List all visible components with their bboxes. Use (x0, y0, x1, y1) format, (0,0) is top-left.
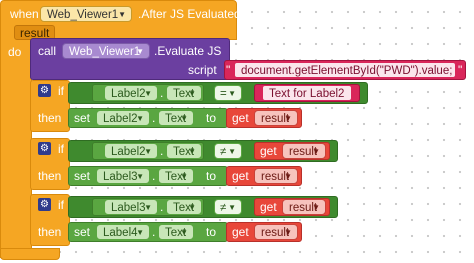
chevron-down-icon: ▼ (136, 172, 144, 181)
set-component-dropdown-3[interactable]: Label4 ▼ (96, 224, 150, 240)
event-block-spine (0, 38, 32, 258)
get-var-dropdown-3[interactable]: result ▼ (254, 224, 298, 240)
cond-component-dropdown-1[interactable]: Label2 ▼ (104, 85, 158, 101)
chevron-down-icon: ▼ (136, 47, 144, 56)
chevron-down-icon: ▼ (188, 147, 196, 156)
chevron-down-icon: ▼ (312, 147, 320, 156)
dot-separator-3: . (160, 200, 164, 214)
event-when-label: when (10, 7, 39, 21)
get-var-dropdown-1[interactable]: result ▼ (254, 110, 298, 126)
get-var-dropdown-2[interactable]: result ▼ (254, 168, 298, 184)
get-label-2: get (232, 169, 249, 183)
operator-dropdown-1[interactable]: = ▼ (214, 85, 242, 101)
cond-prop-dropdown-1[interactable]: Text ▼ (166, 85, 202, 101)
if-label-2: if (58, 142, 64, 156)
chevron-down-icon: ▼ (312, 203, 320, 212)
set-label-1: set (74, 111, 91, 125)
set-label-3: set (74, 225, 91, 239)
dot-separator-set-3: . (152, 225, 156, 239)
cond-component-dropdown-3[interactable]: Label3 ▼ (104, 199, 158, 215)
chevron-down-icon: ▼ (188, 89, 196, 98)
call-component-dropdown[interactable]: Web_Viewer1 ▼ (62, 43, 150, 59)
chevron-down-icon: ▼ (118, 10, 126, 19)
chevron-down-icon: ▼ (284, 172, 292, 181)
chevron-down-icon: ▼ (284, 114, 292, 123)
operator-dropdown-3[interactable]: ≠ ▼ (214, 199, 242, 215)
cond-prop-dropdown-2[interactable]: Text ▼ (166, 143, 202, 159)
then-label-2: then (38, 169, 62, 183)
then-label-3: then (38, 225, 62, 239)
script-quote-close: " (458, 63, 463, 77)
dot-separator-1: . (160, 86, 164, 100)
then-label-1: then (38, 111, 62, 125)
chevron-down-icon: ▼ (180, 114, 188, 123)
event-component-dropdown[interactable]: Web_Viewer1 ▼ (40, 6, 132, 22)
gear-icon[interactable]: ⚙ (38, 142, 51, 155)
chevron-down-icon: ▼ (180, 172, 188, 181)
operator-dropdown-2[interactable]: ≠ ▼ (214, 143, 242, 159)
chevron-down-icon: ▼ (144, 89, 152, 98)
script-quote-open: " (226, 63, 231, 77)
dot-separator-2: . (160, 144, 164, 158)
cond-string-value-1[interactable]: Text for Label2 (262, 85, 352, 101)
if-label-1: if (58, 84, 64, 98)
call-script-arg-label: script (188, 63, 217, 77)
chevron-down-icon: ▼ (136, 228, 144, 237)
dot-separator-set-2: . (152, 169, 156, 183)
chevron-down-icon: ▼ (228, 89, 236, 98)
chevron-down-icon: ▼ (180, 228, 188, 237)
event-name-label: .After JS Evaluated (138, 7, 241, 21)
cond-prop-dropdown-3[interactable]: Text ▼ (166, 199, 202, 215)
chevron-down-icon: ▼ (144, 203, 152, 212)
set-prop-dropdown-2[interactable]: Text ▼ (158, 168, 194, 184)
cond-get-var-dropdown-2[interactable]: result ▼ (282, 143, 326, 159)
set-prop-dropdown-3[interactable]: Text ▼ (158, 224, 194, 240)
chevron-down-icon: ▼ (284, 228, 292, 237)
set-prop-dropdown-1[interactable]: Text ▼ (158, 110, 194, 126)
event-do-label: do (8, 45, 22, 59)
cond-get-label-2: get (260, 144, 277, 158)
cond-get-label-3: get (260, 200, 277, 214)
to-label-2: to (206, 169, 217, 183)
cond-get-var-dropdown-3[interactable]: result ▼ (282, 199, 326, 215)
chevron-down-icon: ▼ (136, 114, 144, 123)
to-label-1: to (206, 111, 217, 125)
chevron-down-icon: ▼ (228, 147, 236, 156)
call-keyword: call (38, 44, 57, 58)
gear-icon[interactable]: ⚙ (38, 198, 51, 211)
if-label-3: if (58, 198, 64, 212)
event-block-footer (0, 248, 60, 260)
script-string-value[interactable]: document.getElementById("PWD").value; (234, 62, 456, 78)
dot-separator-set-1: . (152, 111, 156, 125)
set-component-dropdown-1[interactable]: Label2 ▼ (96, 110, 150, 126)
cond-component-dropdown-2[interactable]: Label2 ▼ (104, 143, 158, 159)
get-label-1: get (232, 111, 249, 125)
set-label-2: set (74, 169, 91, 183)
get-label-3: get (232, 225, 249, 239)
chevron-down-icon: ▼ (188, 203, 196, 212)
call-method-label: .Evaluate JS (154, 44, 222, 58)
set-component-dropdown-2[interactable]: Label3 ▼ (96, 168, 150, 184)
gear-icon[interactable]: ⚙ (38, 84, 51, 97)
chevron-down-icon: ▼ (228, 203, 236, 212)
chevron-down-icon: ▼ (144, 147, 152, 156)
to-label-3: to (206, 225, 217, 239)
